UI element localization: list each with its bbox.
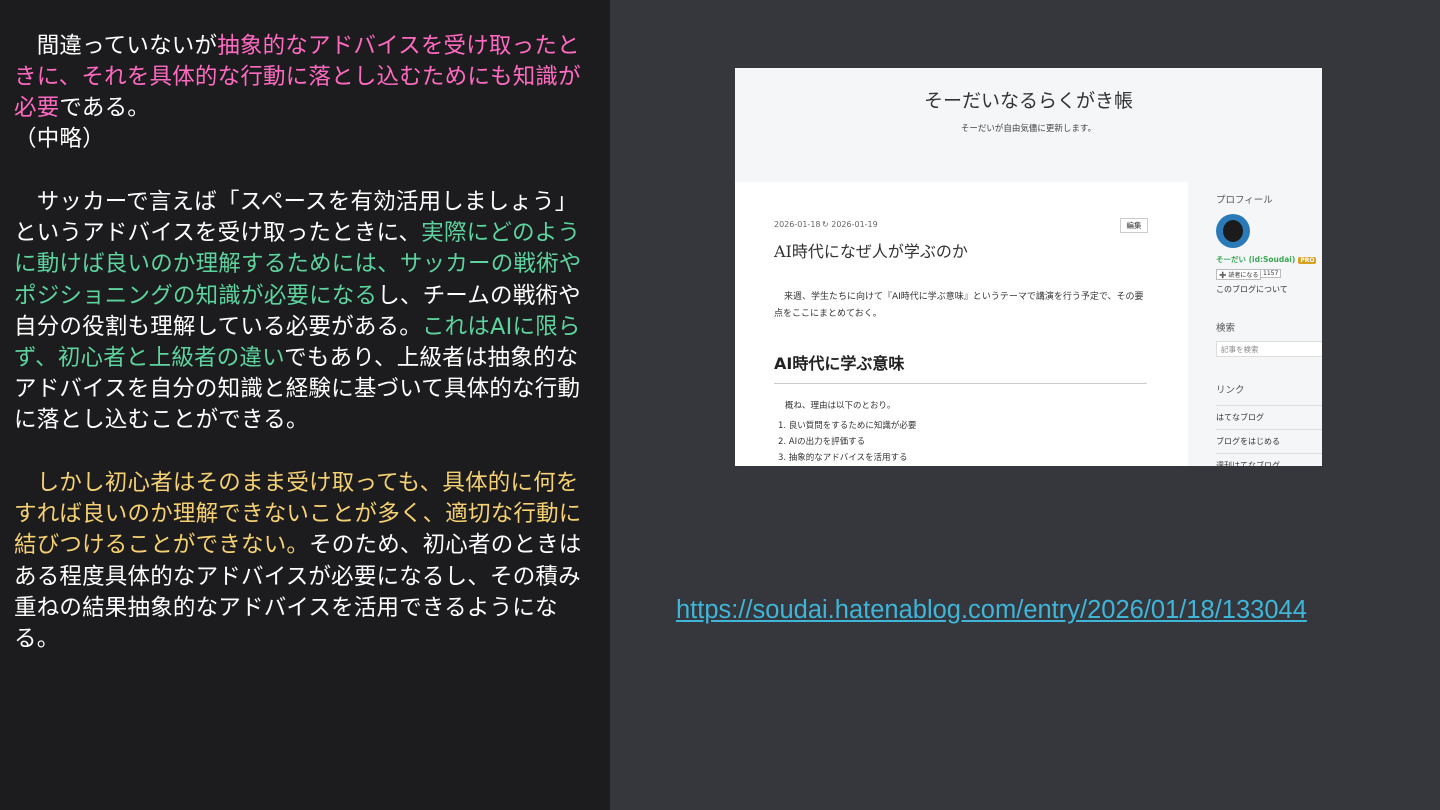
subscribe-button[interactable]: ➕ 読者になる [1216, 269, 1262, 280]
paragraph-1: 間違っていないが抽象的なアドバイスを受け取ったときに、それを具体的な行動に落とし… [14, 31, 596, 125]
sidebar-link[interactable]: ブログをはじめる [1216, 429, 1322, 447]
avatar[interactable] [1216, 214, 1250, 248]
search-heading: 検索 [1216, 323, 1236, 334]
links-heading: リンク [1216, 385, 1245, 396]
paragraph-2: サッカーで言えば「スペースを有効活用しましょう」というアドバイスを受け取ったとき… [14, 187, 596, 437]
article-lead: 概ね、理由は以下のとおり。 [785, 401, 896, 411]
blog-screenshot: そーだいなるらくがき帳 そーだいが自由気儘に更新します。 2026-01-18 … [735, 68, 1322, 466]
list-item: 3. 抽象的なアドバイスを活用する [778, 453, 908, 463]
image-panel: そーだいなるらくがき帳 そーだいが自由気儘に更新します。 2026-01-18 … [610, 0, 1440, 810]
sidebar-link[interactable]: はてなブログ [1216, 405, 1322, 423]
source-url-link[interactable]: https://soudai.hatenablog.com/entry/2026… [676, 596, 1307, 625]
pro-badge: PRO [1298, 257, 1317, 264]
text-segment-white: である。 [59, 95, 150, 122]
article-heading: AI時代に学ぶ意味 [774, 350, 1147, 384]
profile-heading: プロフィール [1216, 195, 1273, 206]
list-item: 1. 良い質問をするために知識が必要 [778, 421, 917, 431]
text-segment-white: 間違っていないが [14, 33, 218, 59]
article-date[interactable]: 2026-01-18 [774, 220, 821, 229]
subscriber-count[interactable]: 1157 [1260, 269, 1282, 278]
article-card: 2026-01-18 ↻ 2026-01-19 編集 AI時代になぜ人が学ぶのか… [735, 182, 1188, 466]
about-link[interactable]: このブログについて [1216, 284, 1288, 295]
list-item: 2. AIの出力を評価する [778, 437, 866, 447]
search-input[interactable]: 記事を検索 [1216, 341, 1322, 357]
paragraph-3: しかし初心者はそのまま受け取っても、具体的に何をすれば良いのか理解できないことが… [14, 468, 596, 655]
blog-sidebar: プロフィール そーだい (id:Soudai) PRO ➕ 読者になる 1157 … [1216, 182, 1322, 466]
omitted-marker: （中略） [14, 126, 105, 152]
blog-description: そーだいが自由気儘に更新します。 [960, 124, 1097, 134]
text-panel: 間違っていないが抽象的なアドバイスを受け取ったときに、それを具体的な行動に落とし… [0, 0, 610, 810]
edit-button[interactable]: 編集 [1120, 218, 1148, 233]
article-updated-date: ↻ 2026-01-19 [822, 220, 878, 229]
article-list: 1. 良い質問をするために知識が必要 2. AIの出力を評価する 3. 抽象的な… [778, 418, 916, 466]
sidebar-link[interactable]: 週刊はてなブログ [1216, 453, 1322, 466]
profile-name[interactable]: そーだい (id:Soudai) PRO [1216, 254, 1317, 265]
profile-name-text[interactable]: そーだい (id:Soudai) [1216, 255, 1295, 264]
article-intro: 来週、学生たちに向けて『AI時代に学ぶ意味』というテーマで講演を行う予定で、その… [774, 292, 1144, 319]
article-title[interactable]: AI時代になぜ人が学ぶのか [774, 238, 968, 262]
blog-title[interactable]: そーだいなるらくがき帳 [735, 86, 1322, 113]
